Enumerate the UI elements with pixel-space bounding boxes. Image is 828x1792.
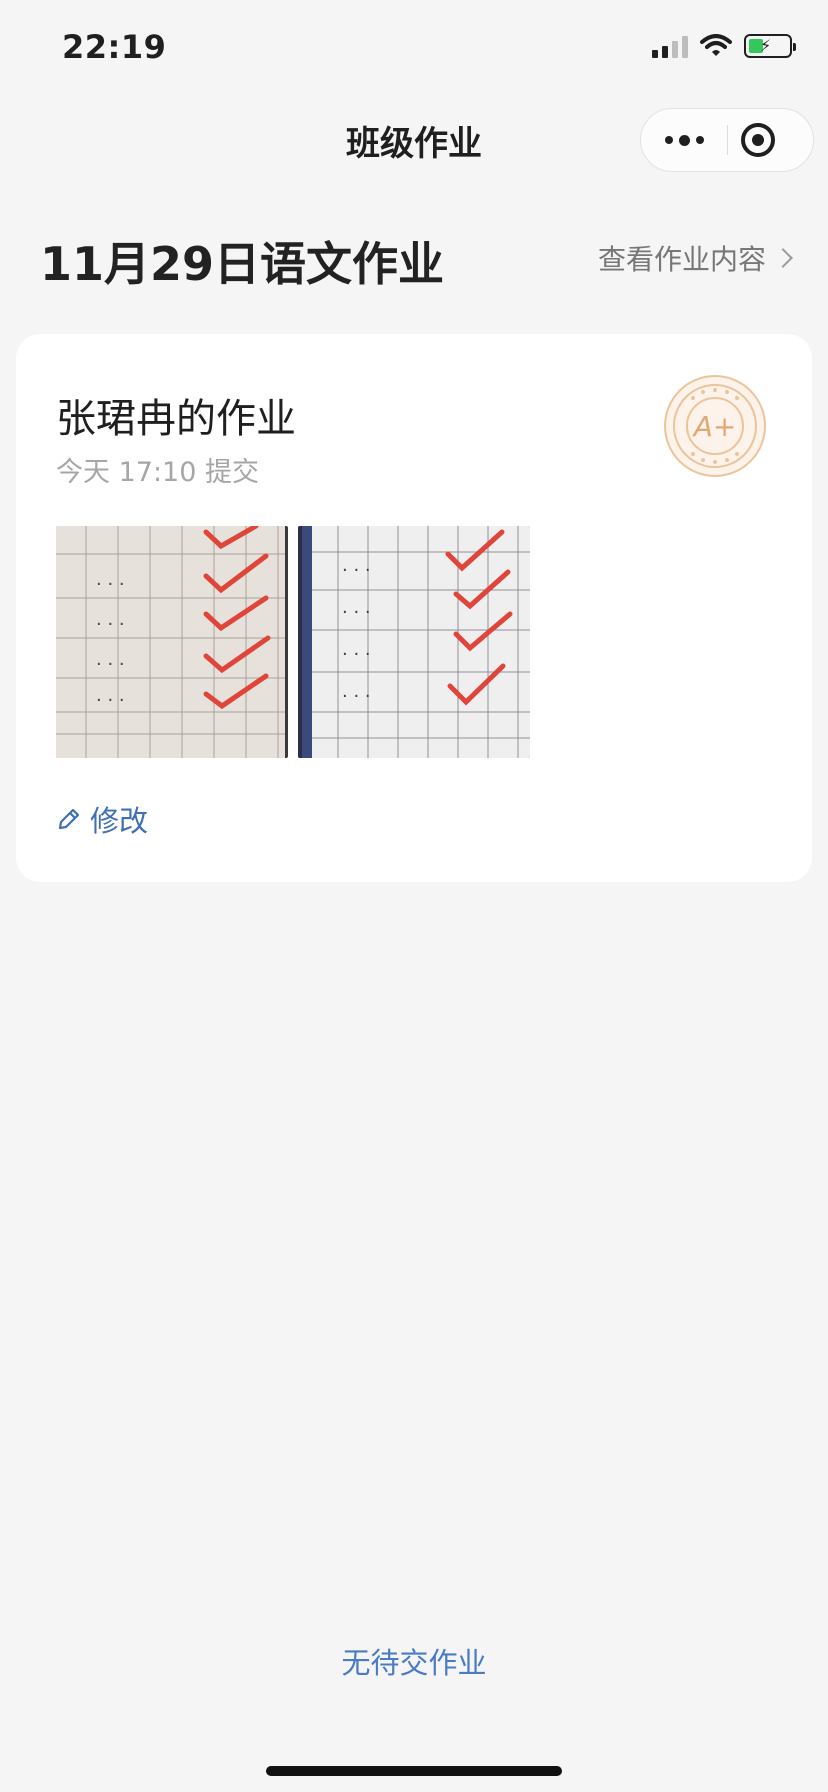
- no-pending-homework-text: 无待交作业: [341, 1646, 487, 1680]
- svg-text:· · ·: · · ·: [342, 602, 371, 623]
- edit-label: 修改: [90, 804, 149, 838]
- status-icons: ⚡: [652, 34, 796, 58]
- status-bar: 22:19 ⚡: [0, 0, 828, 100]
- submission-title: 张珺冉的作业: [56, 396, 296, 442]
- svg-text:· · ·: · · ·: [96, 690, 125, 711]
- submission-time: 今天 17:10 提交: [56, 457, 259, 488]
- edit-button[interactable]: 修改: [56, 798, 148, 840]
- svg-text:· · ·: · · ·: [342, 644, 371, 665]
- svg-text:· · ·: · · ·: [96, 614, 125, 635]
- view-homework-content-link[interactable]: 查看作业内容: [597, 238, 793, 278]
- grade-stamp-icon: A+: [664, 375, 766, 477]
- view-link-label: 查看作业内容: [597, 243, 766, 276]
- svg-text:· · ·: · · ·: [96, 654, 125, 675]
- battery-icon: ⚡: [744, 34, 796, 58]
- homework-photo-2[interactable]: · · · · · · · · · · · ·: [298, 526, 530, 758]
- svg-text:· · ·: · · ·: [96, 574, 125, 595]
- more-dots-icon[interactable]: [641, 109, 727, 171]
- status-time: 22:19: [62, 28, 167, 66]
- homework-photo-1[interactable]: · · · · · · · · · · · ·: [56, 526, 288, 758]
- svg-text:A+: A+: [692, 410, 737, 443]
- submission-card: 张珺冉的作业 今天 17:10 提交 A+ · · · · · · · · · …: [16, 334, 812, 882]
- homework-title: 11月29日语文作业: [40, 237, 445, 291]
- wifi-icon: [700, 34, 732, 56]
- mini-program-capsule: [640, 108, 814, 172]
- target-close-icon[interactable]: [741, 123, 775, 157]
- home-indicator: [266, 1766, 562, 1776]
- chevron-right-icon: [773, 248, 793, 268]
- capsule-divider: [727, 125, 728, 155]
- pencil-icon: [58, 808, 80, 830]
- svg-text:· · ·: · · ·: [342, 560, 371, 581]
- svg-text:· · ·: · · ·: [342, 686, 371, 707]
- cellular-signal-icon: [652, 34, 688, 58]
